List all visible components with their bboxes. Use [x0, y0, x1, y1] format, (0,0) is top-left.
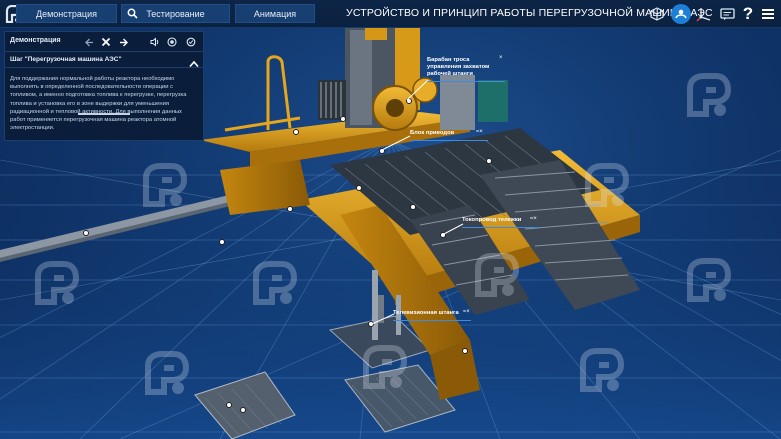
close-icon[interactable]: ≈× [476, 129, 483, 136]
callout-drum-label: Барабан троса управления захватом рабоче… [427, 57, 490, 77]
watermark-logo-icon [248, 258, 300, 310]
watermark-logo-icon [575, 345, 627, 397]
axes-icon[interactable] [694, 4, 714, 24]
panel-mode-title: Демонстрация [10, 37, 61, 44]
callout-drive-unit-label: Блок приводов [410, 130, 455, 136]
panel-header: Демонстрация [5, 32, 205, 52]
watermark-logo-icon [580, 160, 632, 212]
watermark-logo-icon [682, 255, 734, 307]
close-icon[interactable]: ≈× [463, 309, 470, 316]
tab-demonstration[interactable]: Демонстрация [16, 4, 117, 23]
hotspot-marker[interactable] [293, 129, 299, 135]
hotspot-marker[interactable] [287, 206, 293, 212]
settings-icon[interactable] [185, 36, 197, 48]
arrow-right-icon[interactable] [117, 36, 129, 48]
app-title: УСТРОЙСТВО И ПРИНЦИП РАБОТЫ ПЕРЕГРУЗОЧНО… [346, 7, 713, 19]
search-icon [127, 8, 138, 21]
callout-leader-line [441, 223, 464, 236]
volume-icon[interactable] [149, 36, 161, 48]
callout-tv-rod[interactable]: Телевизионная штанга ≈× [393, 309, 471, 321]
hotspot-marker[interactable] [219, 239, 225, 245]
tab-testing[interactable]: Тестирование [121, 4, 230, 23]
step-header[interactable]: Шаг "Перегрузочная машина АЭС" [5, 53, 205, 68]
callout-tv-rod-label: Телевизионная штанга [393, 310, 459, 316]
callout-drum[interactable]: Барабан троса управления захватом рабоче… [427, 55, 505, 82]
top-bar: Демонстрация Тестирование Анимация УСТРО… [0, 0, 781, 28]
model-view-icon[interactable] [671, 4, 691, 24]
menu-icon[interactable] [758, 4, 778, 24]
watermark-logo-icon [138, 160, 190, 212]
panel-scrollbar[interactable] [78, 113, 130, 115]
record-icon[interactable] [166, 36, 178, 48]
callout-leader-line [371, 313, 395, 325]
chevron-up-icon[interactable] [189, 55, 199, 73]
hotspot-marker[interactable] [486, 158, 492, 164]
arrow-left-icon[interactable] [83, 36, 95, 48]
callout-underline [410, 140, 488, 141]
hotspot-marker[interactable] [462, 348, 468, 354]
step-description: Для поддержания нормальной работы реакто… [10, 76, 187, 132]
tab-animation-label: Анимация [253, 8, 297, 19]
watermark-logo-icon [682, 70, 734, 122]
callout-underline [427, 81, 505, 82]
tab-demonstration-label: Демонстрация [36, 8, 97, 19]
callout-leader-line [381, 135, 411, 151]
callout-trolley-conductor[interactable]: Токопровод тележки ≈× [462, 216, 540, 228]
callout-leader-line [406, 79, 429, 101]
hotspot-marker[interactable] [356, 185, 362, 191]
watermark-logo-icon [358, 342, 410, 394]
subtitles-icon[interactable] [717, 4, 737, 24]
hotspot-marker[interactable] [410, 204, 416, 210]
close-icon[interactable]: × [499, 55, 503, 62]
hotspot-marker[interactable] [240, 407, 246, 413]
cube-view-icon[interactable] [647, 4, 667, 24]
callout-drive-unit[interactable]: Блок приводов ≈× [410, 129, 488, 141]
hotspot-marker[interactable] [83, 230, 89, 236]
watermark-logo-icon [140, 348, 192, 400]
tab-animation[interactable]: Анимация [235, 4, 315, 23]
help-icon[interactable]: ? [738, 4, 758, 24]
info-panel: Демонстрация Шаг "Перегрузочная машина А… [4, 31, 205, 141]
callout-underline [393, 320, 471, 321]
step-title: Шаг "Перегрузочная машина АЭС" [10, 56, 122, 63]
watermark-logo-icon [30, 258, 82, 310]
watermark-logo-icon [470, 250, 522, 302]
tab-testing-label: Тестирование [146, 8, 205, 19]
close-icon[interactable] [100, 36, 112, 48]
hotspot-marker[interactable] [340, 116, 346, 122]
hotspot-marker[interactable] [226, 402, 232, 408]
callout-trolley-conductor-label: Токопровод тележки [462, 217, 522, 223]
close-icon[interactable]: ≈× [530, 216, 537, 223]
callout-underline [462, 227, 540, 228]
